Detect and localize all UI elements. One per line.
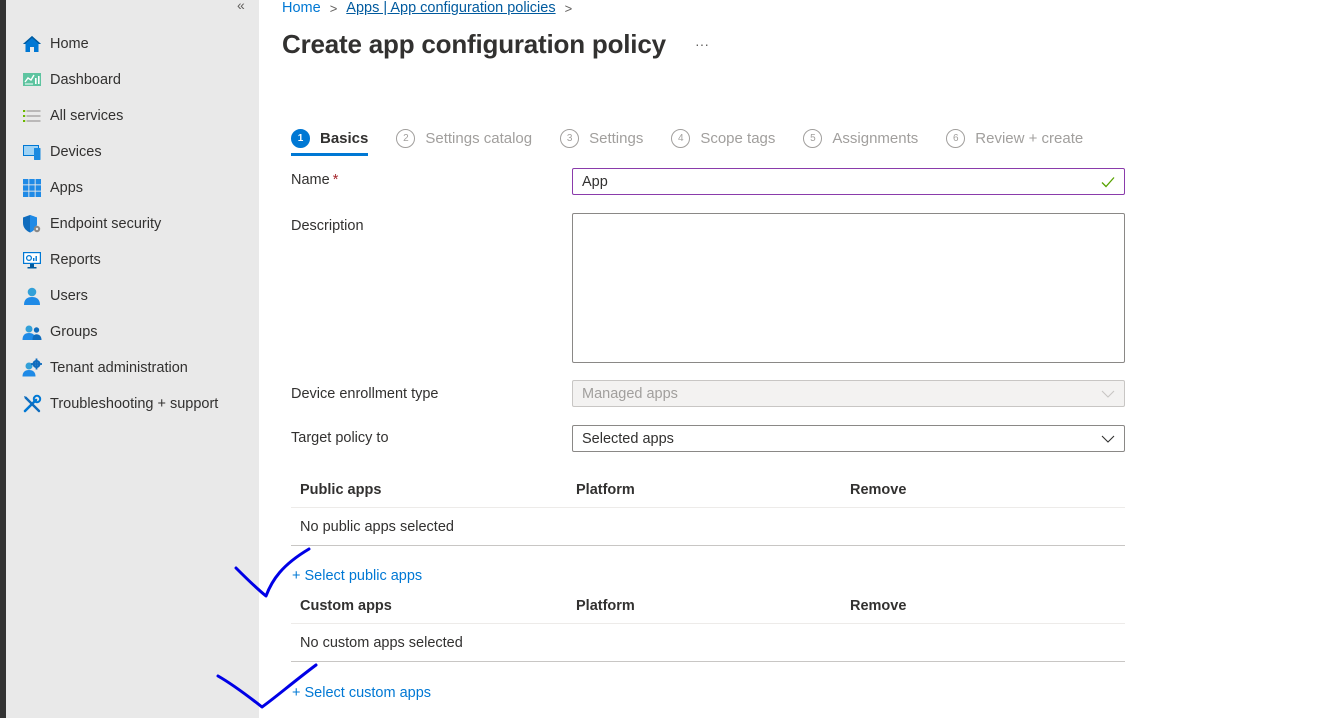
sidebar-item-label: Apps	[50, 180, 84, 196]
sidebar-item-label: Dashboard	[50, 72, 121, 88]
sidebar-item-label: Home	[50, 36, 89, 52]
sidebar-item-troubleshooting[interactable]: Troubleshooting + support	[22, 386, 218, 422]
column-header-public-apps: Public apps	[300, 481, 382, 498]
enrollment-type-dropdown: Managed apps	[572, 380, 1125, 407]
sidebar-item-home[interactable]: Home	[22, 26, 218, 62]
sidebar-item-reports[interactable]: Reports	[22, 242, 218, 278]
breadcrumb-home-link[interactable]: Home	[282, 0, 321, 16]
sidebar-item-devices[interactable]: Devices	[22, 134, 218, 170]
home-icon	[22, 34, 42, 54]
custom-apps-table: Custom apps Platform Remove No custom ap…	[291, 588, 1125, 662]
breadcrumb-separator: >	[329, 0, 338, 16]
chevron-down-icon	[1101, 435, 1115, 443]
step-label: Scope tags	[700, 129, 776, 147]
wizard-step-settings[interactable]: 3 Settings	[560, 122, 643, 154]
step-label: Assignments	[832, 129, 919, 147]
sidebar-item-label: All services	[50, 108, 124, 124]
wizard-step-settings-catalog[interactable]: 2 Settings catalog	[396, 122, 532, 154]
table-row: No custom apps selected	[291, 624, 1125, 662]
dashboard-icon	[22, 70, 42, 90]
enrollment-type-label: Device enrollment type	[291, 386, 439, 402]
sidebar-item-label: Groups	[50, 324, 98, 340]
description-label: Description	[291, 218, 364, 234]
sidebar-item-groups[interactable]: Groups	[22, 314, 218, 350]
users-icon	[22, 286, 42, 306]
column-header-platform: Platform	[576, 597, 635, 614]
wizard-step-scope-tags[interactable]: 4 Scope tags	[671, 122, 775, 154]
column-header-platform: Platform	[576, 481, 635, 498]
step-number: 3	[560, 128, 580, 148]
page-title: Create app configuration policy	[282, 29, 666, 59]
table-header: Public apps Platform Remove	[291, 472, 1125, 508]
empty-state-text: No custom apps selected	[300, 634, 463, 651]
wizard-step-review-create[interactable]: 6 Review + create	[946, 122, 1083, 154]
target-policy-label: Target policy to	[291, 430, 389, 446]
empty-state-text: No public apps selected	[300, 518, 454, 535]
sidebar-item-label: Users	[50, 288, 88, 304]
select-public-apps-link[interactable]: + Select public apps	[292, 568, 422, 584]
devices-icon	[22, 142, 42, 162]
step-number: 6	[946, 128, 966, 148]
enrollment-type-value: Managed apps	[582, 385, 678, 402]
collapse-sidebar-button[interactable]: «	[237, 0, 245, 13]
required-indicator: *	[332, 172, 339, 188]
target-policy-dropdown[interactable]: Selected apps	[572, 425, 1125, 452]
target-policy-value: Selected apps	[582, 430, 674, 447]
name-input-value: App	[582, 173, 608, 190]
step-label: Settings	[589, 129, 644, 147]
sidebar-item-tenant-administration[interactable]: Tenant administration	[22, 350, 218, 386]
name-label-text: Name	[291, 172, 330, 188]
select-custom-apps-link[interactable]: + Select custom apps	[292, 685, 431, 701]
breadcrumb-app-config-policies-link[interactable]: Apps | App configuration policies	[346, 0, 555, 16]
step-number: 2	[396, 128, 416, 148]
groups-icon	[22, 322, 42, 342]
column-header-remove: Remove	[850, 597, 907, 614]
sidebar-item-label: Reports	[50, 252, 101, 268]
step-number: 5	[803, 128, 823, 148]
name-input[interactable]: App	[572, 168, 1125, 195]
wizard-steps: 1 Basics 2 Settings catalog 3 Settings 4…	[291, 122, 1111, 156]
tenant-admin-icon	[22, 358, 42, 378]
description-textarea[interactable]	[572, 213, 1125, 363]
step-label: Review + create	[975, 129, 1084, 147]
column-header-custom-apps: Custom apps	[300, 597, 392, 614]
sidebar-item-all-services[interactable]: All services	[22, 98, 218, 134]
step-number: 4	[671, 128, 691, 148]
column-header-remove: Remove	[850, 481, 907, 498]
sidebar-item-users[interactable]: Users	[22, 278, 218, 314]
sidebar-item-apps[interactable]: Apps	[22, 170, 218, 206]
table-header: Custom apps Platform Remove	[291, 588, 1125, 624]
step-label: Basics	[320, 129, 369, 147]
breadcrumb: Home > Apps | App configuration policies…	[282, 0, 581, 16]
sidebar-item-label: Endpoint security	[50, 216, 162, 232]
table-row: No public apps selected	[291, 508, 1125, 546]
sidebar-item-label: Devices	[50, 144, 102, 160]
step-label: Settings catalog	[425, 129, 533, 147]
valid-check-icon	[1101, 176, 1115, 188]
endpoint-security-icon	[22, 214, 42, 234]
main-content: Home > Apps | App configuration policies…	[259, 0, 1333, 718]
more-options-button[interactable]: ···	[695, 36, 709, 52]
sidebar-nav: Home Dashboard All services Devices Apps	[22, 26, 218, 422]
troubleshooting-icon	[22, 394, 42, 414]
apps-icon	[22, 178, 42, 198]
public-apps-table: Public apps Platform Remove No public ap…	[291, 472, 1125, 546]
sidebar-item-label: Troubleshooting + support	[50, 396, 219, 412]
sidebar-item-dashboard[interactable]: Dashboard	[22, 62, 218, 98]
breadcrumb-separator: >	[564, 0, 573, 16]
name-label: Name *	[291, 172, 338, 188]
reports-icon	[22, 250, 42, 270]
step-number: 1	[291, 128, 310, 148]
sidebar-item-label: Tenant administration	[50, 360, 188, 376]
sidebar: « Home Dashboard All services Devices Ap…	[6, 0, 259, 718]
all-services-icon	[22, 106, 42, 126]
wizard-step-assignments[interactable]: 5 Assignments	[803, 122, 918, 154]
wizard-step-basics[interactable]: 1 Basics	[291, 122, 369, 156]
sidebar-item-endpoint-security[interactable]: Endpoint security	[22, 206, 218, 242]
chevron-down-icon	[1101, 390, 1115, 398]
